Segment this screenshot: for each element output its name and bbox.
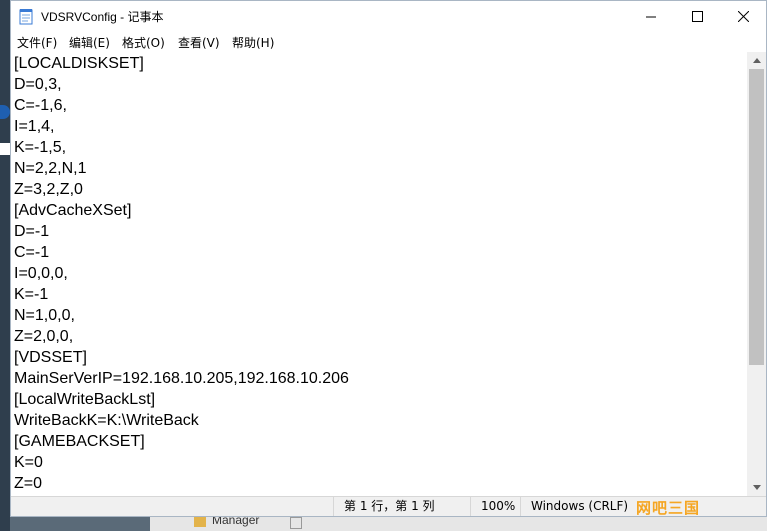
close-button[interactable] xyxy=(720,1,766,32)
vertical-scrollbar[interactable] xyxy=(747,52,766,496)
text-line: N=1,0,0, xyxy=(14,307,75,324)
line-ending-encoding: Windows (CRLF) xyxy=(520,497,640,516)
notepad-icon xyxy=(19,9,33,25)
text-line: N=2,2,N,1 xyxy=(14,160,87,177)
text-line: WriteBackK=K:\WriteBack xyxy=(14,412,199,429)
text-line: K=0 xyxy=(14,454,43,471)
chevron-down-icon xyxy=(752,485,761,490)
text-line: K=-1 xyxy=(14,286,49,303)
cursor-position: 第 1 行，第 1 列 xyxy=(333,497,481,516)
text-line: [GAMEBACKSET] xyxy=(14,433,145,450)
menu-edit[interactable]: 编辑(E) xyxy=(69,34,110,51)
minimize-icon xyxy=(646,16,656,17)
checkbox-icon xyxy=(290,517,302,529)
text-line: [LocalWriteBackLst] xyxy=(14,391,156,408)
background-app-tab xyxy=(0,105,10,119)
window-title: VDSRVConfig - 记事本 xyxy=(41,10,164,24)
chevron-up-icon xyxy=(752,58,761,63)
menu-file[interactable]: 文件(F) xyxy=(17,34,57,51)
menu-help[interactable]: 帮助(H) xyxy=(232,34,274,51)
menu-view[interactable]: 查看(V) xyxy=(178,34,220,51)
text-line: [AdvCacheXSet] xyxy=(14,202,132,219)
maximize-button[interactable] xyxy=(674,1,720,32)
text-line: [VDSSET] xyxy=(14,349,87,366)
close-icon xyxy=(737,11,749,22)
text-line: Z=0 xyxy=(14,475,43,492)
menu-bar: 文件(F) 编辑(E) 格式(O) 查看(V) 帮助(H) xyxy=(11,32,766,52)
text-line: Z=2,0,0, xyxy=(14,328,74,345)
menu-format[interactable]: 格式(O) xyxy=(122,34,165,51)
watermark-logo: 网吧三国 xyxy=(636,499,701,517)
text-line: D=0,3, xyxy=(14,76,62,93)
text-editor[interactable]: [LOCALDISKSET] D=0,3, C=-1,6, I=1,4, K=-… xyxy=(11,52,747,496)
background-app-panel xyxy=(0,143,10,155)
text-line: C=-1,6, xyxy=(14,97,67,114)
text-line: C=-1 xyxy=(14,244,50,261)
scrollbar-thumb[interactable] xyxy=(749,69,764,365)
text-line: D=-1 xyxy=(14,223,50,240)
text-line: I=0,0,0, xyxy=(14,265,68,282)
text-line: K=-1,5, xyxy=(14,139,67,156)
text-line: Z=3,2,Z,0 xyxy=(14,181,83,198)
text-line: I=1,4, xyxy=(14,118,55,135)
text-line: [LOCALDISKSET] xyxy=(14,55,144,72)
text-line: MainSerVerIP=192.168.10.205,192.168.10.2… xyxy=(14,370,349,387)
background-explorer-strip: Manager xyxy=(150,513,767,531)
maximize-icon xyxy=(691,11,703,22)
notepad-window: VDSRVConfig - 记事本 文件(F) 编辑(E) 格式(O) 查看(V… xyxy=(10,0,767,517)
scroll-up-button[interactable] xyxy=(747,52,766,69)
title-bar[interactable]: VDSRVConfig - 记事本 xyxy=(11,1,766,32)
desktop-background-left xyxy=(0,0,10,531)
scroll-down-button[interactable] xyxy=(747,479,766,496)
minimize-button[interactable] xyxy=(628,1,674,32)
folder-icon xyxy=(194,517,206,527)
